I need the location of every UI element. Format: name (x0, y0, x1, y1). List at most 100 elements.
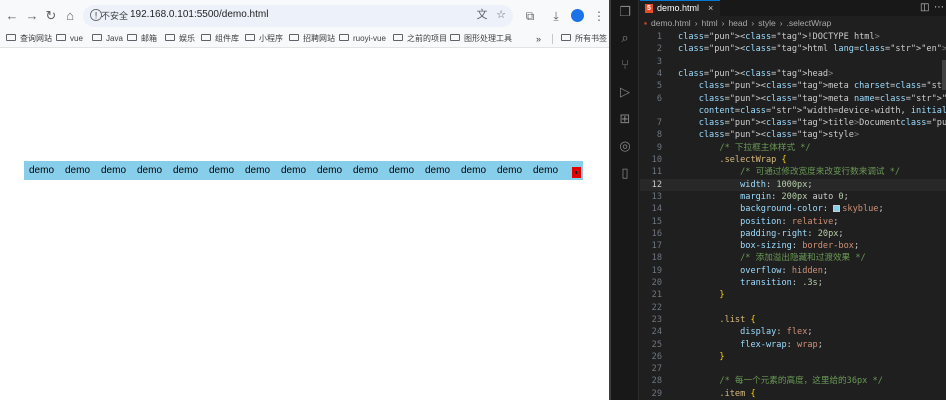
bookmark-item[interactable]: 之前的项目 (393, 33, 447, 45)
code-line[interactable]: 8 class="pun"><class="tag">style> (640, 129, 946, 141)
code-line[interactable]: 16 padding-right: 20px; (640, 228, 946, 240)
url-text[interactable]: 192.168.0.101:5500/demo.html (130, 9, 268, 20)
code-line[interactable]: 5 class="pun"><class="tag">meta charset=… (640, 80, 946, 92)
address-bar[interactable]: ! 不安全 192.168.0.101:5500/demo.html 文 ☆ (83, 5, 513, 27)
bookmark-item[interactable]: 小程序 (245, 33, 283, 45)
code-line[interactable]: 11 /* 可通过修改宽度来改变行数来调试 */ (640, 166, 946, 178)
tab-demo-html[interactable]: 5 demo.html × (640, 0, 720, 16)
code-line[interactable]: 13 margin: 200px auto 0; (640, 191, 946, 203)
run-debug-icon[interactable]: ▷ (617, 84, 633, 100)
bookmark-item[interactable]: 招聘网站 (289, 33, 335, 45)
code-line[interactable]: 24 display: flex; (640, 326, 946, 338)
extensions-icon[interactable]: ⧉ (522, 8, 538, 24)
code-line[interactable]: 12 width: 1000px; (640, 178, 946, 191)
bookmark-item[interactable]: 娱乐 (165, 33, 195, 45)
code-text: transition: .3s; (740, 278, 823, 288)
code-line[interactable]: 22 (640, 302, 946, 314)
scrollbar-thumb[interactable] (942, 60, 946, 90)
list-item[interactable]: demo (389, 161, 425, 180)
code-line[interactable]: 27 (640, 363, 946, 375)
split-editor-icon[interactable]: ◫ (920, 2, 929, 13)
code-line[interactable]: 15 position: relative; (640, 216, 946, 228)
bookmark-item[interactable]: 图形处理工具 (450, 33, 512, 45)
code-line[interactable]: 20 transition: .3s; (640, 277, 946, 289)
expand-toggle-button[interactable] (572, 167, 581, 178)
all-bookmarks-folder[interactable]: 所有书签 (561, 33, 607, 45)
code-line[interactable]: 9 /* 下拉框主体样式 */ (640, 142, 946, 154)
forward-arrow-icon[interactable]: → (24, 8, 40, 24)
list-item[interactable]: demo (353, 161, 389, 180)
bookmark-item[interactable]: 组件库 (201, 33, 239, 45)
code-line[interactable]: 10 .selectWrap { (640, 154, 946, 166)
list-item[interactable]: demo (101, 161, 137, 180)
list-item[interactable]: demo (209, 161, 245, 180)
breadcrumb-item[interactable]: .selectWrap (787, 18, 832, 28)
code-line[interactable]: 3 (640, 56, 946, 68)
code-line[interactable]: 2 class="pun"><class="tag">html lang=clas… (640, 43, 946, 55)
chevron-right-icon: › (721, 18, 725, 28)
code-line[interactable]: 19 overflow: hidden; (640, 265, 946, 277)
chevron-right-icon: › (694, 18, 698, 28)
code-line[interactable]: 29 .item { (640, 388, 946, 400)
code-line[interactable]: 28 /* 每一个元素的高度，这里给的36px */ (640, 375, 946, 387)
list-item[interactable]: demo (497, 161, 533, 180)
code-line[interactable]: 6 class="pun"><class="tag">meta name=cla… (640, 93, 946, 105)
menu-kebab-icon[interactable]: ⋮ (591, 8, 607, 24)
code-line[interactable]: content=class="str">"width=device-width,… (640, 105, 946, 117)
line-number: 6 (656, 93, 662, 104)
code-line[interactable]: 23 .list { (640, 314, 946, 326)
code-line[interactable]: 26 } (640, 351, 946, 363)
list-item[interactable]: demo (533, 161, 569, 180)
explorer-files-icon[interactable]: ❐ (617, 4, 633, 20)
breadcrumb-item[interactable]: head (728, 18, 747, 28)
close-icon[interactable]: × (708, 3, 713, 13)
bookmark-item[interactable]: 查询网站 (6, 33, 52, 45)
download-icon[interactable]: ⤓ (548, 8, 564, 24)
list-item[interactable]: demo (317, 161, 353, 180)
bookmarks-icon[interactable]: ▯ (617, 165, 633, 181)
code-line[interactable]: 25 flex-wrap: wrap; (640, 339, 946, 351)
bookmark-item[interactable]: ruoyi-vue (339, 33, 386, 45)
back-arrow-icon[interactable]: ← (4, 8, 20, 24)
list-item[interactable]: demo (29, 161, 65, 180)
bookmark-item[interactable]: Java (92, 33, 123, 45)
line-number: 13 (651, 191, 662, 202)
reload-icon[interactable]: ↻ (43, 8, 59, 24)
search-icon[interactable]: ⌕ (617, 30, 633, 46)
insecure-label[interactable]: 不安全 (101, 9, 128, 22)
bookmark-item[interactable]: 邮箱 (127, 33, 157, 45)
color-swatch-icon[interactable] (833, 205, 841, 213)
chevron-right-icon: › (779, 18, 783, 28)
list-item[interactable]: demo (461, 161, 497, 180)
bookmark-item[interactable]: vue (56, 33, 83, 45)
more-bookmarks-chevron-icon[interactable]: » (536, 33, 541, 45)
code-line[interactable]: 21 } (640, 289, 946, 301)
list-item[interactable]: demo (137, 161, 173, 180)
code-line[interactable]: 7 class="pun"><class="tag">title>Documen… (640, 117, 946, 129)
profile-avatar-icon[interactable] (571, 9, 584, 22)
code-line[interactable]: 4 class="pun"><class="tag">head> (640, 68, 946, 80)
breadcrumb-item[interactable]: style (758, 18, 775, 28)
source-control-icon[interactable]: ⑂ (617, 57, 633, 73)
breadcrumb-item[interactable]: demo.html (651, 18, 691, 28)
more-actions-icon[interactable]: ⋯ (934, 2, 944, 13)
translate-icon[interactable]: 文 (475, 8, 489, 22)
code-line[interactable]: 14 background-color: skyblue; (640, 203, 946, 215)
code-line[interactable]: 1 class="pun"><class="tag">!DOCTYPE html> (640, 31, 946, 43)
list-item[interactable]: demo (173, 161, 209, 180)
bookmark-star-icon[interactable]: ☆ (494, 8, 508, 22)
list-item[interactable]: demo (65, 161, 101, 180)
select-wrap[interactable]: demo demo demo demo demo demo demo demo … (24, 161, 583, 180)
code-editor[interactable]: 1 class="pun"><class="tag">!DOCTYPE html>… (640, 30, 946, 400)
copilot-icon[interactable]: ◎ (617, 138, 633, 154)
home-icon[interactable]: ⌂ (62, 8, 78, 24)
list-item[interactable]: demo (245, 161, 281, 180)
list-item[interactable]: demo (281, 161, 317, 180)
code-text: width: 1000px; (740, 179, 813, 190)
line-number: 2 (656, 44, 662, 55)
list-item[interactable]: demo (425, 161, 461, 180)
code-line[interactable]: 17 box-sizing: border-box; (640, 240, 946, 252)
code-line[interactable]: 18 /* 添加溢出隐藏和过渡效果 */ (640, 252, 946, 264)
breadcrumb-item[interactable]: html (702, 18, 718, 28)
extensions-icon[interactable]: ⊞ (617, 111, 633, 127)
